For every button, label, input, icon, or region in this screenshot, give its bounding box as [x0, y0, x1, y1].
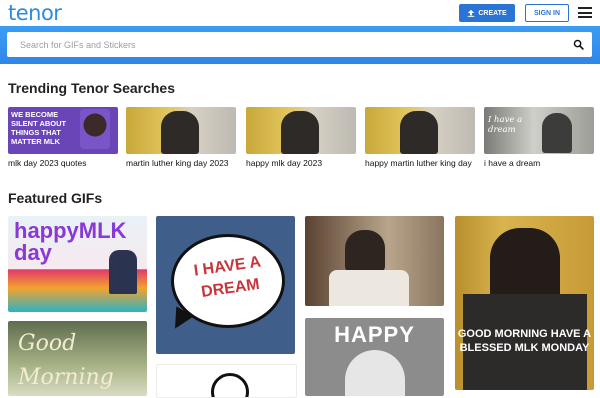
trending-label[interactable]: i have a dream: [484, 158, 540, 168]
trending-thumb-text: I have a dream: [488, 115, 523, 135]
hamburger-menu-icon[interactable]: [578, 7, 592, 18]
shirt-image: [329, 270, 409, 306]
sticker-image: [211, 373, 249, 397]
gif-good-morning[interactable]: Good Morning: [8, 321, 147, 396]
gif-i-have-a-dream[interactable]: I HAVE A DREAM: [156, 216, 295, 354]
create-button[interactable]: CREATE: [459, 4, 515, 22]
portrait-image: [345, 350, 405, 396]
portrait-image: [161, 111, 199, 154]
trending-title: Trending Tenor Searches: [8, 80, 176, 96]
trending-tile-5[interactable]: I have a dream: [484, 107, 594, 154]
top-bar: tenor CREATE SIGN IN: [0, 0, 600, 26]
sign-in-button[interactable]: SIGN IN: [525, 4, 569, 22]
tenor-logo[interactable]: tenor: [8, 1, 62, 25]
gif-text: Good Morning: [18, 331, 114, 390]
search-band: [0, 26, 600, 64]
trending-label[interactable]: martin luther king day 2023: [126, 158, 229, 168]
gif-happy[interactable]: HAPPY: [305, 318, 444, 396]
search-input[interactable]: [18, 39, 562, 51]
sign-in-label: SIGN IN: [533, 9, 561, 17]
trending-thumb-text: WE BECOME SILENT ABOUT THINGS THAT MATTE…: [11, 110, 67, 146]
trending-tile-2[interactable]: [126, 107, 236, 154]
figure-image: [109, 250, 137, 294]
portrait-image: [345, 230, 385, 274]
gif-text: HAPPY: [334, 322, 415, 347]
upload-icon: [468, 9, 475, 17]
gif-mlk-photo[interactable]: [305, 216, 444, 306]
featured-title: Featured GIFs: [8, 190, 103, 206]
portrait-image: [542, 113, 572, 153]
gif-text: GOOD MORNING HAVE A BLESSED MLK MONDAY: [457, 328, 592, 354]
portrait-image: [80, 109, 110, 149]
portrait-image: [281, 111, 319, 154]
gif-good-morning-mlk[interactable]: GOOD MORNING HAVE A BLESSED MLK MONDAY: [455, 216, 594, 390]
gif-sticker[interactable]: [156, 364, 297, 398]
trending-tile-4[interactable]: [365, 107, 475, 154]
search-box[interactable]: [7, 32, 592, 57]
trending-tile-3[interactable]: [246, 107, 356, 154]
gif-happy-mlk-day[interactable]: happyMLK day: [8, 216, 147, 312]
trending-label[interactable]: mlk day 2023 quotes: [8, 158, 86, 168]
search-icon[interactable]: [573, 39, 584, 50]
trending-label[interactable]: happy martin luther king day: [365, 158, 472, 168]
create-label: CREATE: [478, 9, 507, 17]
trending-tile-1[interactable]: WE BECOME SILENT ABOUT THINGS THAT MATTE…: [8, 107, 118, 154]
portrait-image: [400, 111, 438, 154]
trending-label[interactable]: happy mlk day 2023: [246, 158, 322, 168]
